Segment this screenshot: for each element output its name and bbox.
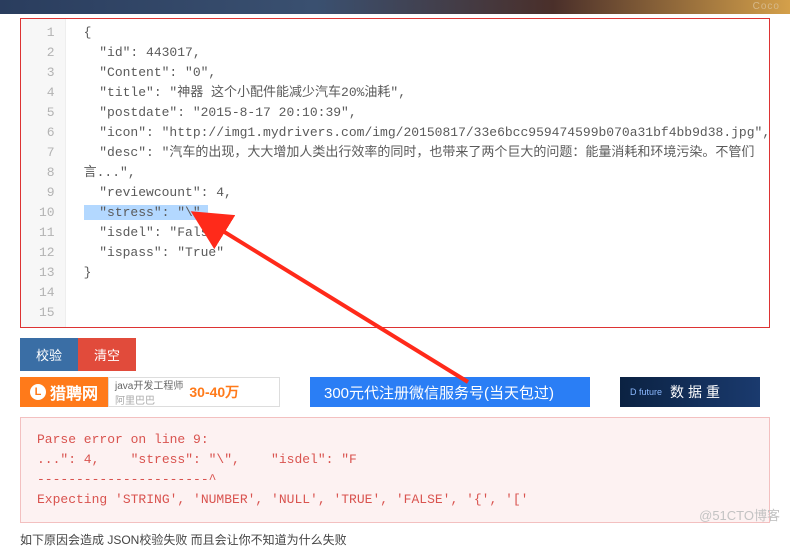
code-line: "title": "神器 这个小配件能减少汽车20%油耗", [84,83,761,103]
line-number: 9 [39,183,55,203]
parse-error-box: Parse error on line 9: ...": 4, "stress"… [20,417,770,523]
code-line: "stress": "\", [84,203,761,223]
ad-dfuture-logo: D future [630,387,662,397]
ad-liepin-brand-text: 猎聘网 [50,380,98,404]
ad-liepin-salary: 30-40万 [189,382,239,402]
ad-liepin-sub: 阿里巴巴 [115,392,183,407]
header-banner: Coco [0,0,790,14]
code-line: { [84,23,761,43]
code-line: 言...", [84,163,761,183]
code-line: "id": 443017, [84,43,761,63]
line-number: 15 [39,303,55,323]
line-number: 8 [39,163,55,183]
line-number: 2 [39,43,55,63]
ad-row: L 猎聘网 java开发工程师 阿里巴巴 30-40万 300元代注册微信服务号… [20,377,770,407]
code-line: } [84,263,761,283]
ad-wechat-text: 300元代注册微信服务号(当天包过) [324,382,554,403]
line-number: 5 [39,103,55,123]
banner-right-text: Coco [753,0,790,14]
code-line: "ispass": "True" [84,243,761,263]
line-gutter: 123456789101112131415 [21,19,66,327]
line-number: 4 [39,83,55,103]
code-line: "isdel": "False" [84,223,761,243]
line-number: 12 [39,243,55,263]
code-line: "reviewcount": 4, [84,183,761,203]
json-editor[interactable]: 123456789101112131415 { "id": 443017, "C… [20,18,770,328]
line-number: 1 [39,23,55,43]
ad-liepin-detail: java开发工程师 阿里巴巴 30-40万 [108,377,280,407]
watermark: @51CTO博客 [699,505,780,524]
code-line: "icon": "http://img1.mydrivers.com/img/2… [84,123,761,143]
ad-liepin-brand: L 猎聘网 [20,377,108,407]
line-number: 13 [39,263,55,283]
code-line: "desc": "汽车的出现，大大增加人类出行效率的同时，也带来了两个巨大的问题… [84,143,761,163]
code-area[interactable]: { "id": 443017, "Content": "0", "title":… [66,19,769,327]
ad-wechat[interactable]: 300元代注册微信服务号(当天包过) [310,377,590,407]
line-number: 11 [39,223,55,243]
footer-note: 如下原因会造成 JSON校验失败 而且会让你不知道为什么失败 [20,531,770,548]
code-line: "postdate": "2015-8-17 20:10:39", [84,103,761,123]
line-number: 14 [39,283,55,303]
ad-liepin[interactable]: L 猎聘网 java开发工程师 阿里巴巴 30-40万 [20,377,280,407]
line-number: 10 [39,203,55,223]
line-number: 3 [39,63,55,83]
ad-dfuture-text: 数据重 [670,382,724,402]
liepin-logo-icon: L [30,384,46,400]
action-buttons: 校验 清空 [20,338,770,371]
ad-liepin-job: java开发工程师 [115,377,183,392]
ad-dfuture[interactable]: D future 数据重 [620,377,760,407]
validate-button[interactable]: 校验 [20,338,78,371]
code-line: "Content": "0", [84,63,761,83]
clear-button[interactable]: 清空 [78,338,136,371]
line-number: 6 [39,123,55,143]
line-number: 7 [39,143,55,163]
